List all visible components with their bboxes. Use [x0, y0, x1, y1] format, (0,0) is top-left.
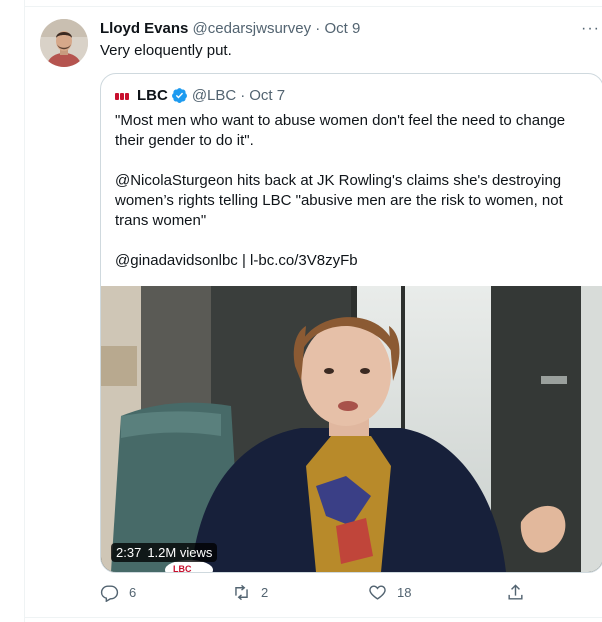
tweet-date[interactable]: Oct 9	[324, 20, 360, 37]
separator-dot: ·	[240, 87, 246, 104]
share-button[interactable]	[506, 583, 525, 602]
video-player[interactable]: LBC 2:37 1.2M views	[101, 286, 602, 572]
tweet-text: Very eloquently put.	[100, 42, 232, 59]
quote-paragraph-links[interactable]: @ginadavidsonlbc | l-bc.co/3V8zyFb	[115, 251, 585, 271]
author-handle[interactable]: @cedarsjwsurvey	[193, 20, 312, 37]
more-options-icon[interactable]: ···	[581, 20, 600, 38]
quote-paragraph: "Most men who want to abuse women don't …	[115, 112, 566, 149]
lbc-logo-icon[interactable]	[115, 90, 131, 102]
quoted-author-handle[interactable]: @LBC	[192, 87, 236, 104]
quoted-tweet-header: LBC @LBC · Oct 7	[115, 87, 285, 104]
share-icon	[508, 584, 523, 600]
like-button[interactable]: 18	[368, 583, 411, 602]
retweet-count: 2	[261, 585, 269, 600]
tweet-header: Lloyd Evans @cedarsjwsurvey · Oct 9	[100, 20, 360, 37]
author-name[interactable]: Lloyd Evans	[100, 20, 188, 37]
video-views: 1.2M views	[147, 545, 213, 560]
quoted-tweet-text: "Most men who want to abuse women don't …	[115, 111, 585, 291]
reply-count: 6	[129, 585, 137, 600]
separator-dot: ·	[315, 20, 321, 37]
mic-label: LBC	[173, 564, 192, 572]
quote-paragraph: @NicolaSturgeon hits back at JK Rowling'…	[115, 172, 563, 229]
quoted-author-name[interactable]: LBC	[137, 87, 168, 104]
video-duration: 2:37	[116, 545, 142, 560]
like-count: 18	[397, 585, 412, 600]
avatar[interactable]	[40, 19, 88, 67]
video-badge: 2:37 1.2M views	[111, 543, 218, 562]
quoted-tweet[interactable]: LBC @LBC · Oct 7 "Most men who want to a…	[100, 73, 602, 573]
tweet[interactable]: Lloyd Evans @cedarsjwsurvey · Oct 9 ··· …	[24, 7, 602, 617]
retweet-icon	[235, 584, 248, 601]
verified-badge-icon	[171, 88, 187, 103]
video-thumbnail: LBC	[101, 286, 602, 572]
timeline-divider-bottom	[24, 617, 602, 618]
quoted-tweet-date[interactable]: Oct 7	[249, 87, 285, 104]
reply-button[interactable]: 6	[100, 583, 136, 602]
tweet-actions: 6 2 18	[100, 583, 540, 607]
retweet-button[interactable]: 2	[232, 583, 268, 602]
reply-icon	[100, 585, 119, 602]
heart-icon	[369, 585, 386, 600]
